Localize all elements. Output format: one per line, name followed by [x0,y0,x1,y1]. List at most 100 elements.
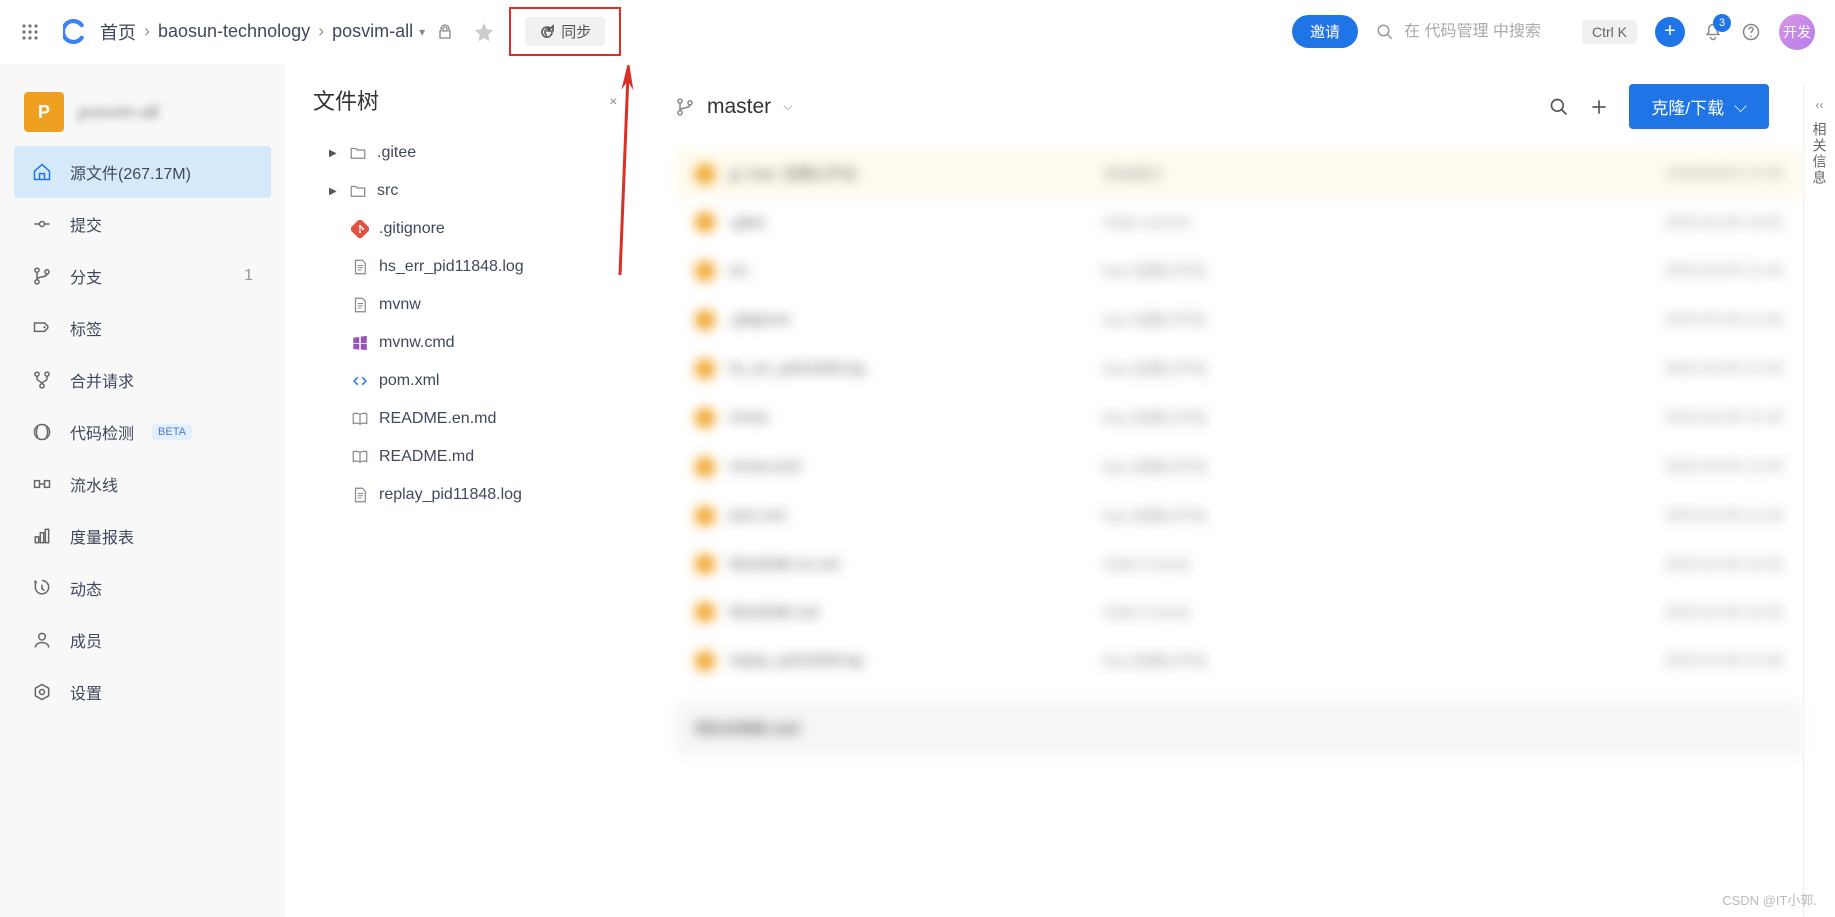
file-name: mvnw [729,409,1089,426]
add-button[interactable]: + [1655,17,1685,47]
avatar[interactable]: 开发 [1779,14,1815,50]
file-row-icon [695,602,715,622]
file-tree-panel: 文件树 ›‹ ▶ .gitee▶ src .gitignore hs_err_p… [285,64,645,917]
tree-item[interactable]: pom.xml [313,362,635,400]
file-row[interactable]: mvnw feat 支撑公平化 2023-03-05 21:46 [675,393,1803,442]
file-row-icon [695,212,715,232]
logo-icon[interactable] [60,17,90,47]
file-row[interactable]: gi: feat: 支撑公平化 初始提交 2023/02/02 21:46 [675,149,1803,198]
file-row[interactable]: .gitee initial commit 2023-02-09 16:05 [675,198,1803,246]
collapse-tree-button[interactable]: ›‹ [610,92,615,108]
tree-item[interactable]: README.md [313,438,635,476]
sidebar-item-8[interactable]: 动态 [14,562,271,614]
tree-item[interactable]: ▶ src [313,172,635,210]
commit-msg: feat 支撑公平化 [1103,505,1589,526]
tree-item[interactable]: replay_pid11848.log [313,476,635,514]
sidebar: P posvim-all 源文件(267.17M) 提交 分支 1 标签 合并请… [0,64,285,917]
file-row-icon [695,554,715,574]
search-box[interactable] [1376,23,1564,41]
apps-grid-icon[interactable] [20,22,40,42]
breadcrumb-home[interactable]: 首页 [100,19,136,45]
file-name: hs_err_pid11848.log [729,360,1089,377]
plus-icon[interactable] [1589,97,1609,117]
sidebar-item-6[interactable]: 流水线 [14,458,271,510]
clone-download-button[interactable]: 克隆/下载 ⌵ [1629,84,1769,129]
sidebar-item-4[interactable]: 合并请求 [14,354,271,406]
breadcrumb: 首页 › baosun-technology › posvim-all ▾ [100,19,453,45]
file-row[interactable]: README.md initial commit 2023-02-09 16:0… [675,588,1803,636]
file-row[interactable]: hs_err_pid11848.log feat 支撑公平化 2023-03-0… [675,344,1803,393]
file-list: gi: feat: 支撑公平化 初始提交 2023/02/02 21:46 .g… [675,149,1803,685]
file-row-icon [695,359,715,379]
commit-msg: feat 支撑公平化 [1103,650,1589,671]
sidebar-item-1[interactable]: 提交 [14,198,271,250]
commit-date: 2023-02-09 16:05 [1603,556,1783,573]
refresh-icon [539,24,555,40]
file-row[interactable]: pom.xml feat 支撑公平化 2023-03-05 21:46 [675,491,1803,540]
sidebar-item-7[interactable]: 度量报表 [14,510,271,562]
sidebar-item-label: 动态 [70,576,102,600]
top-right: 邀请 Ctrl K + 3 开发 [1292,14,1815,50]
file-name: pom.xml [729,507,1089,524]
help-button[interactable] [1741,22,1761,42]
file-row-icon [695,310,715,330]
chevron-down-icon: ▾ [419,25,425,39]
commit-msg: feat 支撑公平化 [1103,358,1589,379]
file-row[interactable]: replay_pid11848.log feat 支撑公平化 2023-03-0… [675,636,1803,685]
tree-item[interactable]: hs_err_pid11848.log [313,248,635,286]
file-name: src [729,262,1089,279]
sidebar-icon [32,162,52,182]
invite-button[interactable]: 邀请 [1292,15,1358,48]
star-icon[interactable] [473,21,495,43]
sidebar-item-label: 代码检测 [70,420,134,444]
commit-date: 2023-03-05 21:46 [1603,311,1783,328]
file-row[interactable]: .gitignore feat 支撑公平化 2023-03-05 21:46 [675,295,1803,344]
commit-date: 2023-03-05 21:46 [1603,507,1783,524]
breadcrumb-repo[interactable]: posvim-all ▾ [332,21,425,42]
tree-item-name: replay_pid11848.log [379,486,522,504]
folder-icon [349,144,367,162]
tree-item-name: README.md [379,448,474,466]
sidebar-item-0[interactable]: 源文件(267.17M) [14,146,271,198]
branch-selector[interactable]: master ⌵ [675,95,792,119]
file-name: replay_pid11848.log [729,652,1089,669]
tree-item[interactable]: mvnw [313,286,635,324]
book-icon [351,448,369,466]
expand-rail-button[interactable]: ‹‹ [1816,98,1824,112]
tree-item[interactable]: .gitignore [313,210,635,248]
branch-icon [675,97,695,117]
file-row[interactable]: src feat 支撑公平化 2023-03-05 21:46 [675,246,1803,295]
sidebar-icon [32,422,52,442]
file-icon [351,486,369,504]
file-row-icon [695,261,715,281]
tree-item-name: README.en.md [379,410,496,428]
file-row[interactable]: mvnw.cmd feat 支撑公平化 2023-03-05 21:46 [675,442,1803,491]
tree-item-name: mvnw.cmd [379,334,455,352]
sidebar-item-2[interactable]: 分支 1 [14,250,271,302]
top-bar: 首页 › baosun-technology › posvim-all ▾ 同步… [0,0,1835,64]
book-icon [351,410,369,428]
sidebar-item-label: 度量报表 [70,524,134,548]
sidebar-item-10[interactable]: 设置 [14,666,271,718]
commit-msg: 初始提交 [1103,163,1589,184]
breadcrumb-org[interactable]: baosun-technology [158,21,310,42]
sidebar-icon [32,578,52,598]
search-icon [1376,23,1394,41]
folder-icon [349,182,367,200]
sidebar-item-9[interactable]: 成员 [14,614,271,666]
tree-item[interactable]: README.en.md [313,400,635,438]
file-name: .gitee [729,214,1089,231]
tree-item[interactable]: mvnw.cmd [313,324,635,362]
notifications-button[interactable]: 3 [1703,22,1723,42]
sync-button[interactable]: 同步 [525,17,605,46]
tree-item[interactable]: ▶ .gitee [313,134,635,172]
file-tree-title: 文件树 [313,84,379,116]
sidebar-item-3[interactable]: 标签 [14,302,271,354]
sidebar-icon [32,370,52,390]
file-row[interactable]: README.en.md initial commit 2023-02-09 1… [675,540,1803,588]
sidebar-project[interactable]: P posvim-all [14,82,271,142]
search-input[interactable] [1404,23,1564,41]
sidebar-item-5[interactable]: 代码检测 BETA [14,406,271,458]
search-icon[interactable] [1549,97,1569,117]
tree-item-name: pom.xml [379,372,439,390]
